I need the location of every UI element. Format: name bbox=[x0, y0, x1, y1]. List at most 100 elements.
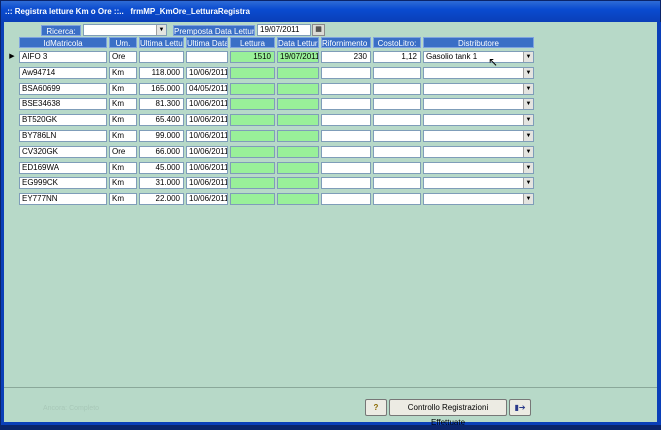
cell-rifornimento[interactable] bbox=[321, 130, 371, 142]
cell-ultima_lettura[interactable]: 45.000 bbox=[139, 162, 184, 174]
column-header[interactable]: Ultima Lettura bbox=[139, 37, 184, 48]
cell-ultima_lettura[interactable]: 81.300 bbox=[139, 98, 184, 110]
cell-ultima_data[interactable]: 10/06/2011 bbox=[186, 98, 228, 110]
cell-ultima_lettura[interactable]: 65.400 bbox=[139, 114, 184, 126]
chevron-down-icon[interactable]: ▼ bbox=[523, 131, 533, 141]
cell-ultima_data[interactable]: 10/06/2011 bbox=[186, 193, 228, 205]
cell-um[interactable]: Km bbox=[109, 114, 137, 126]
cell-ultima_lettura[interactable]: 165.000 bbox=[139, 83, 184, 95]
cell-costo[interactable] bbox=[373, 114, 421, 126]
cell-um[interactable]: Ore bbox=[109, 146, 137, 158]
chevron-down-icon[interactable]: ▼ bbox=[523, 68, 533, 78]
cell-lettura[interactable] bbox=[230, 177, 275, 189]
cell-lettura[interactable] bbox=[230, 114, 275, 126]
cell-distributore[interactable]: ▼ bbox=[423, 130, 534, 142]
chevron-down-icon[interactable]: ▼ bbox=[523, 194, 533, 204]
cell-data_lettura[interactable] bbox=[277, 146, 319, 158]
exit-button[interactable]: ▮➔ bbox=[509, 399, 531, 416]
column-header[interactable]: Ultima Data bbox=[186, 37, 228, 48]
cell-distributore[interactable]: ▼ bbox=[423, 146, 534, 158]
cell-um[interactable]: Km bbox=[109, 83, 137, 95]
column-header[interactable]: Um. bbox=[109, 37, 137, 48]
column-header[interactable]: Rifornimento L. bbox=[321, 37, 371, 48]
cell-matricola[interactable]: Aw94714 bbox=[19, 67, 107, 79]
cell-costo[interactable] bbox=[373, 98, 421, 110]
cell-um[interactable]: Km bbox=[109, 98, 137, 110]
cell-distributore[interactable]: Gasolio tank 1 ▼ bbox=[423, 51, 534, 63]
cell-matricola[interactable]: CV320GK bbox=[19, 146, 107, 158]
cell-ultima_lettura[interactable]: 118.000 bbox=[139, 67, 184, 79]
cell-data_lettura[interactable] bbox=[277, 162, 319, 174]
cell-ultima_lettura[interactable]: 99.000 bbox=[139, 130, 184, 142]
chevron-down-icon[interactable]: ▼ bbox=[523, 52, 533, 62]
default-date-field[interactable]: 19/07/2011 bbox=[257, 24, 311, 36]
calendar-icon[interactable]: ▦ bbox=[312, 24, 325, 36]
help-button[interactable]: ? bbox=[365, 399, 387, 416]
cell-distributore[interactable]: ▼ bbox=[423, 162, 534, 174]
cell-ultima_data[interactable] bbox=[186, 51, 228, 63]
cell-matricola[interactable]: BSA60699 bbox=[19, 83, 107, 95]
cell-costo[interactable] bbox=[373, 177, 421, 189]
chevron-down-icon[interactable]: ▼ bbox=[523, 163, 533, 173]
cell-distributore[interactable]: ▼ bbox=[423, 83, 534, 95]
cell-matricola[interactable]: AIFO 3 bbox=[19, 51, 107, 63]
cell-rifornimento[interactable] bbox=[321, 177, 371, 189]
cell-data_lettura[interactable] bbox=[277, 67, 319, 79]
cell-lettura[interactable] bbox=[230, 162, 275, 174]
search-select[interactable]: ▼ bbox=[83, 24, 167, 36]
cell-costo[interactable] bbox=[373, 67, 421, 79]
cell-um[interactable]: Km bbox=[109, 162, 137, 174]
cell-matricola[interactable]: EY777NN bbox=[19, 193, 107, 205]
cell-lettura[interactable]: 1510 bbox=[230, 51, 275, 63]
cell-distributore[interactable]: ▼ bbox=[423, 193, 534, 205]
chevron-down-icon[interactable]: ▼ bbox=[523, 115, 533, 125]
cell-distributore[interactable]: ▼ bbox=[423, 98, 534, 110]
cell-data_lettura[interactable] bbox=[277, 177, 319, 189]
cell-costo[interactable] bbox=[373, 162, 421, 174]
cell-data_lettura[interactable] bbox=[277, 193, 319, 205]
row-selector-icon[interactable]: ▶ bbox=[6, 51, 18, 63]
cell-costo[interactable]: 1,12 bbox=[373, 51, 421, 63]
cell-rifornimento[interactable] bbox=[321, 67, 371, 79]
cell-data_lettura[interactable]: 19/07/2011 bbox=[277, 51, 319, 63]
cell-matricola[interactable]: BSE34638 bbox=[19, 98, 107, 110]
cell-rifornimento[interactable] bbox=[321, 114, 371, 126]
cell-matricola[interactable]: BY786LN bbox=[19, 130, 107, 142]
cell-distributore[interactable]: ▼ bbox=[423, 67, 534, 79]
column-header[interactable]: Lettura bbox=[230, 37, 275, 48]
cell-ultima_data[interactable]: 10/06/2011 bbox=[186, 146, 228, 158]
cell-ultima_data[interactable]: 10/06/2011 bbox=[186, 67, 228, 79]
controllo-registrazioni-button[interactable]: Controllo Registrazioni Effettuate bbox=[389, 399, 507, 427]
cell-data_lettura[interactable] bbox=[277, 130, 319, 142]
chevron-down-icon[interactable]: ▼ bbox=[523, 99, 533, 109]
cell-costo[interactable] bbox=[373, 193, 421, 205]
cell-ultima_lettura[interactable] bbox=[139, 51, 184, 63]
cell-rifornimento[interactable] bbox=[321, 193, 371, 205]
cell-um[interactable]: Km bbox=[109, 177, 137, 189]
column-header[interactable]: CostoLitro: bbox=[373, 37, 421, 48]
cell-rifornimento[interactable] bbox=[321, 83, 371, 95]
cell-costo[interactable] bbox=[373, 130, 421, 142]
cell-um[interactable]: Km bbox=[109, 130, 137, 142]
cell-ultima_lettura[interactable]: 66.000 bbox=[139, 146, 184, 158]
chevron-down-icon[interactable]: ▼ bbox=[523, 147, 533, 157]
cell-lettura[interactable] bbox=[230, 83, 275, 95]
cell-rifornimento[interactable]: 230 bbox=[321, 51, 371, 63]
cell-costo[interactable] bbox=[373, 146, 421, 158]
cell-rifornimento[interactable] bbox=[321, 98, 371, 110]
cell-um[interactable]: Ore bbox=[109, 51, 137, 63]
cell-ultima_data[interactable]: 10/06/2011 bbox=[186, 162, 228, 174]
cell-costo[interactable] bbox=[373, 83, 421, 95]
cell-lettura[interactable] bbox=[230, 146, 275, 158]
cell-um[interactable]: Km bbox=[109, 67, 137, 79]
cell-ultima_data[interactable]: 10/06/2011 bbox=[186, 177, 228, 189]
cell-ultima_data[interactable]: 04/05/2011 bbox=[186, 83, 228, 95]
cell-ultima_data[interactable]: 10/06/2011 bbox=[186, 130, 228, 142]
cell-matricola[interactable]: EG999CK bbox=[19, 177, 107, 189]
cell-lettura[interactable] bbox=[230, 193, 275, 205]
cell-ultima_lettura[interactable]: 31.000 bbox=[139, 177, 184, 189]
column-header[interactable]: Distributore bbox=[423, 37, 534, 48]
cell-ultima_lettura[interactable]: 22.000 bbox=[139, 193, 184, 205]
column-header[interactable]: IdMatricola bbox=[19, 37, 107, 48]
cell-lettura[interactable] bbox=[230, 98, 275, 110]
